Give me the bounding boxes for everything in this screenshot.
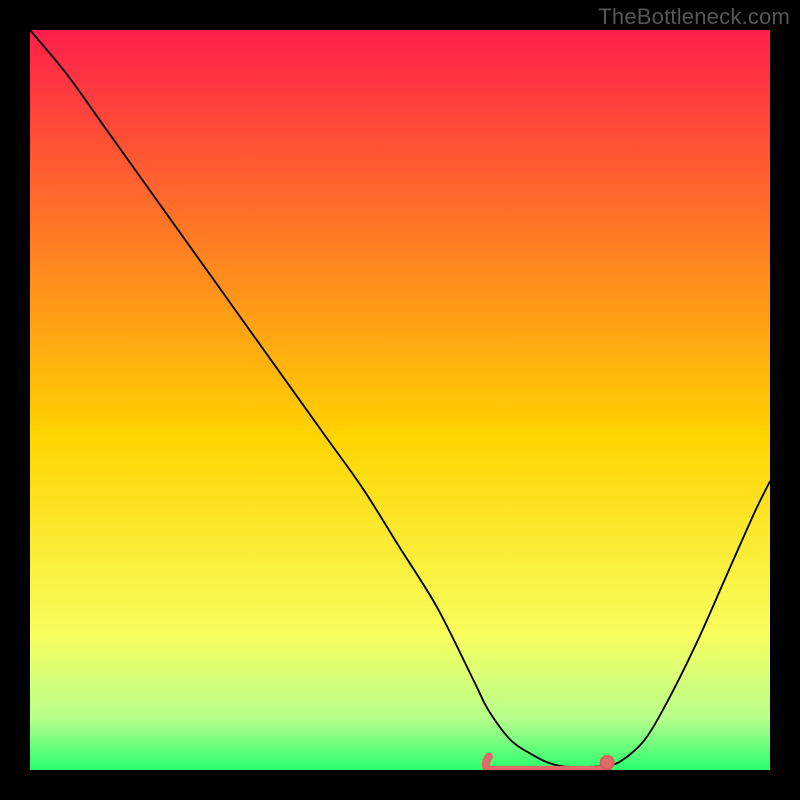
bottleneck-chart: [30, 30, 770, 770]
optimal-point-marker: [601, 756, 614, 769]
chart-frame: TheBottleneck.com: [0, 0, 800, 800]
gradient-background: [30, 30, 770, 770]
watermark-text: TheBottleneck.com: [598, 4, 790, 30]
